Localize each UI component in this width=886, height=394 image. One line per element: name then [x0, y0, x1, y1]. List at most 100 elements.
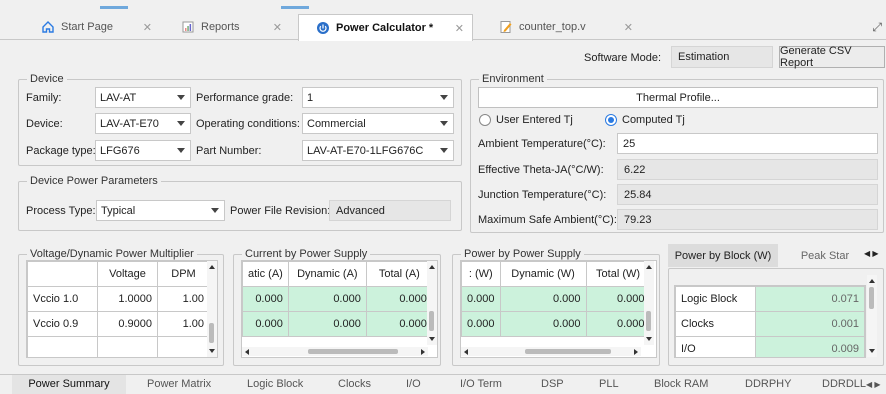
scroll-thumb[interactable] — [525, 349, 611, 354]
voltage-cell[interactable]: 1.0000 — [97, 286, 158, 312]
tab-power-by-block[interactable]: Power by Block (W) — [668, 244, 778, 267]
package-value: LFG676 — [100, 144, 140, 157]
tab-scroll-arrows-icon[interactable]: ◀ ▶ — [864, 249, 879, 258]
maximize-icon[interactable]: ⤢ — [872, 20, 882, 35]
voltage-cell[interactable] — [97, 336, 158, 357]
scroll-thumb[interactable] — [308, 349, 398, 354]
scroll-down-icon[interactable] — [646, 337, 652, 341]
perf-grade-select[interactable]: 1 — [302, 87, 454, 108]
scroll-thumb[interactable] — [209, 323, 214, 343]
power-by-supply-legend: Power by Power Supply — [461, 248, 584, 260]
voltage-dpm-table: Voltage DPM Vccio 1.0 1.0000 1.00 Vccio … — [27, 261, 210, 357]
tab-peak-star[interactable]: Peak Star — [783, 244, 867, 267]
dpm-cell[interactable]: 1.00 — [157, 311, 210, 337]
tab-reports[interactable]: Reports ✕ — [180, 14, 290, 40]
voltage-cell[interactable]: 0.9000 — [97, 311, 158, 337]
table-row: I/O 0.009 — [675, 336, 865, 357]
operating-conditions-label: Operating conditions: — [196, 118, 300, 130]
table-header: Dynamic (W) — [499, 261, 587, 287]
chevron-down-icon — [177, 95, 185, 100]
tab-pll[interactable]: PLL — [599, 378, 619, 390]
software-mode-label: Software Mode: — [584, 52, 662, 64]
tab-power-summary[interactable]: Power Summary — [12, 375, 126, 394]
generate-csv-button[interactable]: Generate CSV Report — [779, 45, 885, 69]
device-legend: Device — [27, 73, 67, 85]
tab-ddrphy[interactable]: DDRPHY — [745, 378, 791, 390]
operating-conditions-select[interactable]: Commercial — [302, 113, 454, 134]
computed-tj-radio[interactable] — [605, 114, 617, 126]
tab-clocks[interactable]: Clocks — [338, 378, 371, 390]
vertical-scrollbar[interactable] — [867, 275, 877, 357]
thermal-profile-button[interactable]: Thermal Profile... — [478, 87, 878, 108]
power-file-revision-label: Power File Revision: — [230, 205, 331, 217]
scroll-left-icon[interactable] — [245, 349, 249, 355]
close-icon[interactable]: ✕ — [143, 21, 152, 34]
part-number-value: LAV-AT-E70-1LFG676C — [307, 144, 424, 157]
tab-dsp[interactable]: DSP — [541, 378, 564, 390]
tab-counter-top[interactable]: counter_top.v ✕ — [498, 14, 643, 40]
table-header: Dynamic (A) — [287, 261, 367, 287]
vertical-scrollbar[interactable] — [644, 261, 654, 345]
scroll-right-icon[interactable] — [421, 349, 425, 355]
device-select[interactable]: LAV-AT-E70 — [95, 113, 191, 134]
scroll-down-icon[interactable] — [429, 337, 435, 341]
dynamic-power-cell: 0.000 — [499, 286, 587, 312]
block-power-cell: 0.001 — [754, 311, 865, 337]
tab-io[interactable]: I/O — [406, 378, 421, 390]
tab-scroll-arrows-icon[interactable]: ◀ ▶ — [866, 380, 881, 389]
scroll-down-icon[interactable] — [209, 349, 215, 353]
tab-label: Start Page — [61, 21, 113, 33]
supply-name-cell: Vccio 1.0 — [27, 286, 98, 312]
scroll-thumb[interactable] — [429, 311, 434, 331]
dpm-cell[interactable]: 1.00 — [157, 286, 210, 312]
part-number-select[interactable]: LAV-AT-E70-1LFG676C — [302, 140, 454, 161]
close-icon[interactable]: ✕ — [624, 21, 633, 34]
power-by-block-table: Logic Block 0.071 Clocks 0.001 I/O 0.009 — [675, 286, 865, 357]
user-entered-tj-label: User Entered Tj — [496, 114, 573, 126]
tab-label: Clocks — [338, 378, 372, 390]
block-name-cell: I/O — [675, 336, 756, 357]
report-icon — [180, 19, 196, 35]
scroll-up-icon[interactable] — [209, 265, 215, 269]
family-select[interactable]: LAV-AT — [95, 87, 191, 108]
scroll-up-icon[interactable] — [429, 265, 435, 269]
tab-start-page[interactable]: Start Page ✕ — [40, 14, 160, 40]
scroll-up-icon[interactable] — [869, 279, 875, 283]
tab-label: DDRPHY — [745, 378, 792, 390]
tab-label: Power Calculator * — [336, 22, 434, 34]
table-row: Clocks 0.001 — [675, 311, 865, 337]
device-label: Device: — [26, 118, 63, 130]
package-select[interactable]: LFG676 — [95, 140, 191, 161]
theta-ja-field: 6.22 — [617, 159, 878, 180]
tab-ddrdll[interactable]: DDRDLL — [822, 378, 866, 390]
block-name-cell: Logic Block — [675, 286, 756, 312]
scroll-thumb[interactable] — [646, 311, 651, 331]
vertical-scrollbar[interactable] — [427, 261, 437, 345]
tab-power-calculator[interactable]: Power Calculator * ✕ — [298, 14, 473, 41]
tab-power-matrix[interactable]: Power Matrix — [147, 378, 211, 390]
scroll-left-icon[interactable] — [464, 349, 468, 355]
static-power-cell: 0.000 — [461, 311, 501, 337]
total-current-cell: 0.000 — [365, 286, 433, 312]
tab-block-ram[interactable]: Block RAM — [654, 378, 708, 390]
process-type-select[interactable]: Typical — [96, 200, 225, 221]
tab-logic-block[interactable]: Logic Block — [247, 378, 303, 390]
scroll-thumb[interactable] — [869, 287, 874, 309]
chevron-down-icon — [177, 121, 185, 126]
vertical-scrollbar[interactable] — [207, 261, 217, 357]
scroll-right-icon[interactable] — [634, 349, 638, 355]
process-type-value: Typical — [101, 204, 136, 217]
horizontal-scrollbar[interactable] — [242, 347, 428, 356]
horizontal-scrollbar[interactable] — [461, 347, 641, 356]
family-value: LAV-AT — [100, 91, 137, 104]
tab-io-term[interactable]: I/O Term — [460, 378, 502, 390]
close-icon[interactable]: ✕ — [455, 22, 464, 35]
dpm-cell[interactable] — [157, 336, 210, 357]
scroll-up-icon[interactable] — [646, 265, 652, 269]
user-entered-tj-radio[interactable] — [479, 114, 491, 126]
top-strip — [0, 0, 886, 10]
scroll-down-icon[interactable] — [869, 349, 875, 353]
close-icon[interactable]: ✕ — [273, 21, 282, 34]
highlight-bar — [100, 6, 128, 9]
ambient-temperature-input[interactable]: 25 — [617, 133, 878, 154]
